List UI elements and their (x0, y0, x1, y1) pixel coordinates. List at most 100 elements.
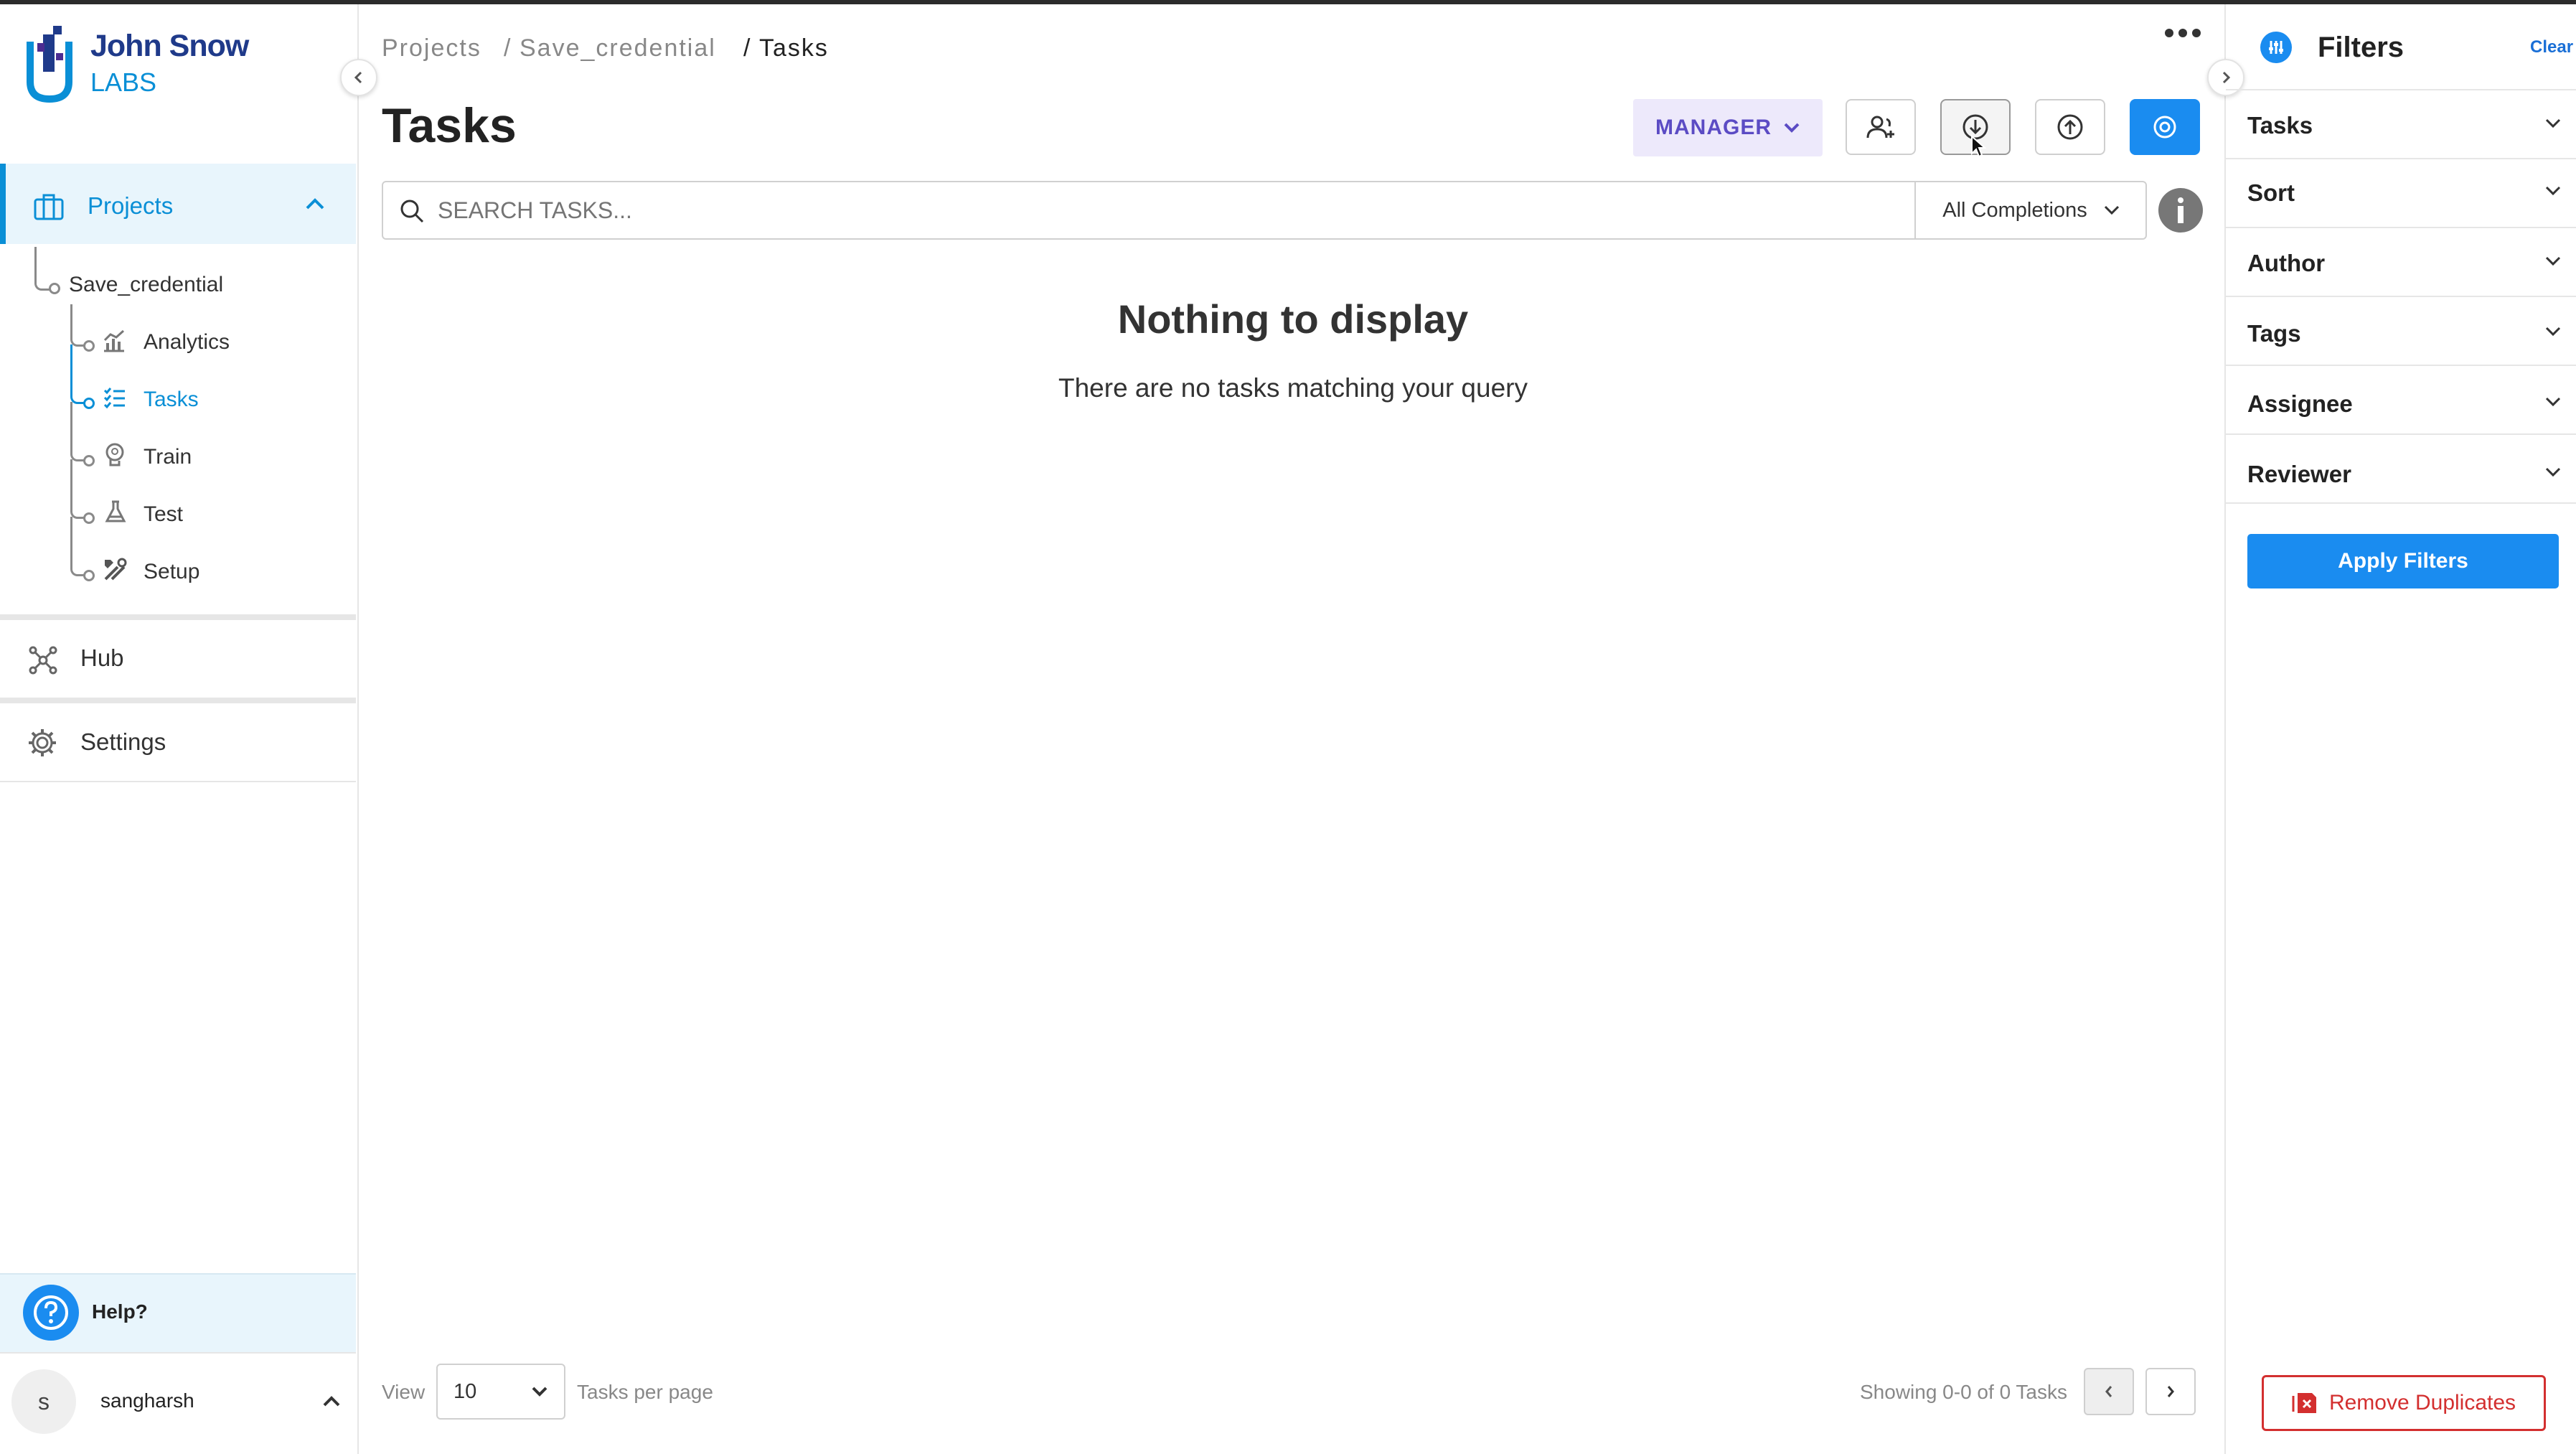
chevron-down-icon (2544, 255, 2562, 271)
chevron-down-icon (2544, 396, 2562, 411)
sidebar-item-hub[interactable]: Hub (80, 644, 124, 672)
empty-state-message: There are no tasks matching your query (1058, 373, 1528, 403)
analytics-icon (102, 329, 126, 357)
help-label[interactable]: Help? (92, 1300, 148, 1323)
per-page-select[interactable]: 10 (436, 1364, 565, 1420)
settings-toggle-icon (2150, 113, 2179, 141)
filter-section-assignee[interactable]: Assignee (2226, 366, 2576, 435)
sidebar-item-test[interactable]: Test (144, 502, 183, 527)
brand-subtitle: LABS (90, 67, 157, 97)
info-icon[interactable] (2158, 188, 2203, 233)
filter-section-label: Sort (2247, 179, 2295, 206)
breadcrumb-current: Tasks (759, 34, 829, 62)
sidebar-item-train[interactable]: Train (144, 445, 192, 469)
sidebar-item-analytics[interactable]: Analytics (144, 330, 230, 355)
chevron-down-icon (2103, 205, 2120, 216)
brain-icon (103, 442, 126, 470)
tree-node-dot (49, 283, 60, 294)
filter-section-author[interactable]: Author (2226, 228, 2576, 297)
import-tasks-button[interactable] (2035, 99, 2105, 155)
filters-icon (2260, 32, 2292, 63)
tree-node-dot (83, 570, 95, 581)
upload-icon (2056, 113, 2084, 141)
flask-icon (105, 499, 126, 527)
collapse-sidebar-button[interactable] (340, 59, 377, 96)
chevron-down-icon (531, 1386, 548, 1397)
briefcase-icon (33, 192, 65, 225)
duplicate-delete-icon (2292, 1392, 2318, 1415)
tree-connector (70, 517, 87, 576)
assign-users-button[interactable] (1846, 99, 1916, 155)
filter-section-tags[interactable]: Tags (2226, 297, 2576, 366)
sidebar-item-setup[interactable]: Setup (144, 560, 199, 584)
filter-section-label: Assignee (2247, 390, 2353, 417)
tree-connector (70, 459, 87, 519)
sidebar-divider (0, 614, 356, 620)
next-page-button[interactable] (2145, 1368, 2196, 1415)
completions-filter-dropdown[interactable]: All Completions (1914, 182, 2147, 238)
sidebar-divider (0, 1352, 356, 1354)
per-page-value: 10 (453, 1379, 477, 1403)
chevron-right-icon (2219, 70, 2233, 85)
tree-connector (70, 402, 87, 461)
role-label: MANAGER (1655, 116, 1772, 139)
chevron-up-icon[interactable] (304, 197, 326, 215)
more-options-icon[interactable] (2164, 27, 2201, 42)
page-title: Tasks (382, 98, 517, 153)
tasks-list-icon (102, 386, 126, 414)
sidebar-item-settings[interactable]: Settings (80, 728, 166, 756)
chevron-down-icon (2544, 326, 2562, 341)
chevron-up-icon[interactable] (321, 1395, 342, 1412)
user-name[interactable]: sangharsh (100, 1389, 194, 1412)
search-input[interactable] (436, 188, 1903, 233)
apply-filters-label: Apply Filters (2338, 549, 2468, 573)
sidebar-item-projects-label: Projects (88, 192, 174, 219)
chevron-down-icon (2544, 466, 2562, 482)
filter-section-tasks[interactable]: Tasks (2226, 90, 2576, 159)
hub-icon (29, 646, 57, 678)
breadcrumb-project[interactable]: Save_credential (520, 34, 716, 62)
role-dropdown[interactable]: MANAGER (1633, 99, 1823, 156)
filters-title: Filters (2318, 32, 2405, 63)
project-name[interactable]: Save_credential (69, 273, 223, 297)
chevron-down-icon (2544, 118, 2562, 133)
clear-filters-link[interactable]: Clear (2530, 37, 2573, 57)
previous-page-button[interactable] (2084, 1368, 2134, 1415)
view-label: View (382, 1381, 426, 1403)
remove-duplicates-label: Remove Duplicates (2328, 1391, 2516, 1415)
filter-section-label: Tags (2247, 320, 2301, 347)
sidebar-divider (0, 781, 356, 782)
view-settings-button[interactable] (2130, 99, 2200, 155)
sidebar-divider (0, 698, 356, 703)
empty-state-title: Nothing to display (1117, 296, 1469, 342)
breadcrumb-projects[interactable]: Projects (382, 34, 481, 62)
breadcrumb-separator: / (504, 34, 512, 62)
window-top-border (0, 0, 2576, 4)
filter-section-label: Author (2247, 250, 2326, 276)
tree-connector (70, 344, 87, 404)
chevron-right-icon (2166, 1384, 2176, 1399)
completions-filter-value: All Completions (1942, 198, 2087, 222)
help-icon[interactable] (23, 1285, 79, 1341)
breadcrumb-separator: / (743, 34, 752, 62)
john-snow-labs-logo-icon (26, 24, 76, 103)
pagination-summary: Showing 0-0 of 0 Tasks (1860, 1381, 2067, 1403)
avatar[interactable]: s (11, 1369, 76, 1434)
chevron-left-icon (2104, 1384, 2114, 1399)
filter-section-reviewer[interactable]: Reviewer (2226, 435, 2576, 504)
tree-connector (70, 304, 87, 347)
brand-name: John Snow (90, 29, 249, 63)
chevron-down-icon (1783, 122, 1800, 133)
apply-filters-button[interactable]: Apply Filters (2247, 534, 2559, 588)
search-icon (399, 198, 425, 228)
filter-section-sort[interactable]: Sort (2226, 159, 2576, 228)
filter-section-label: Reviewer (2247, 461, 2351, 487)
remove-duplicates-button[interactable]: Remove Duplicates (2262, 1375, 2546, 1431)
filter-section-label: Tasks (2247, 112, 2313, 139)
tools-icon (102, 557, 128, 586)
per-page-label: Tasks per page (577, 1381, 713, 1403)
chevron-down-icon (2544, 185, 2562, 200)
sidebar-item-tasks[interactable]: Tasks (144, 388, 199, 412)
gear-icon (27, 728, 57, 761)
mouse-cursor-icon (1970, 134, 1987, 163)
